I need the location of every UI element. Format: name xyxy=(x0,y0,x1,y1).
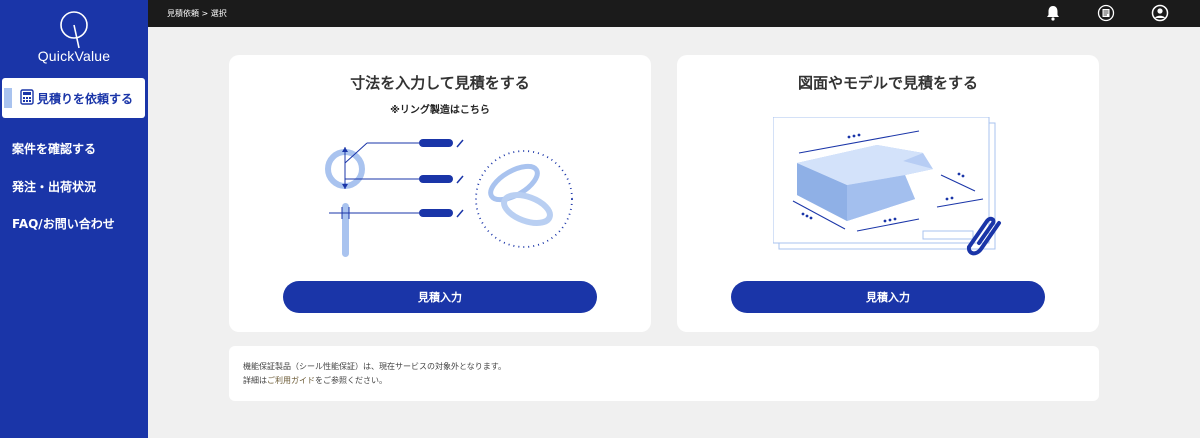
sidebar: QuickValue 見積りを依頼する 案件を確認する 発注・出荷状況 FAQ/… xyxy=(0,0,148,438)
top-bar: 見積依頼 > 選択 xyxy=(148,0,1200,27)
sidebar-item-order-shipping-status[interactable]: 発注・出荷状況 xyxy=(12,178,96,195)
notice-text: 詳細は xyxy=(243,376,267,385)
quickvalue-logo-icon xyxy=(60,11,88,49)
dimension-quote-card: 寸法を入力して見積をする ※リング製造はこちら 見積入力 xyxy=(229,55,651,332)
app-logo[interactable]: QuickValue xyxy=(0,8,148,70)
card-subtitle: ※リング製造はこちら xyxy=(390,105,490,116)
document-list-icon[interactable] xyxy=(1096,3,1116,23)
user-guide-link[interactable]: ご利用ガイド xyxy=(267,376,315,385)
calculator-icon xyxy=(20,89,34,105)
sidebar-item-check-projects[interactable]: 案件を確認する xyxy=(12,140,96,157)
ring-dimensions-illustration xyxy=(325,139,573,257)
sidebar-item-label: 見積りを依頼する xyxy=(37,92,134,106)
sidebar-item-request-quote[interactable]: 見積りを依頼する xyxy=(2,78,145,118)
service-notice: 機能保証製品（シール性能保証）は、現在サービスの対象外となります。 詳細はご利用… xyxy=(229,346,1099,401)
user-account-icon[interactable] xyxy=(1150,3,1170,23)
bell-icon[interactable] xyxy=(1043,3,1063,23)
active-indicator xyxy=(4,88,12,108)
sidebar-item-faq-contact[interactable]: FAQ/お問い合わせ xyxy=(12,215,115,232)
card-title: 寸法を入力して見積をする xyxy=(350,74,530,92)
card-title: 図面やモデルで見積をする xyxy=(797,74,978,92)
drawing-quote-card: 図面やモデルで見積をする 見積入力 xyxy=(677,55,1099,332)
drawing-quote-input-button[interactable]: 見積入力 xyxy=(731,281,1045,313)
drawing-model-illustration xyxy=(773,117,1001,256)
breadcrumb: 見積依頼 > 選択 xyxy=(167,9,227,18)
dimension-quote-input-button[interactable]: 見積入力 xyxy=(283,281,597,313)
notice-line-2: 詳細はご利用ガイドをご参照ください。 xyxy=(243,375,387,386)
app-name: QuickValue xyxy=(37,48,111,64)
notice-text: をご参照ください。 xyxy=(315,376,387,385)
notice-line-1: 機能保証製品（シール性能保証）は、現在サービスの対象外となります。 xyxy=(243,362,506,371)
